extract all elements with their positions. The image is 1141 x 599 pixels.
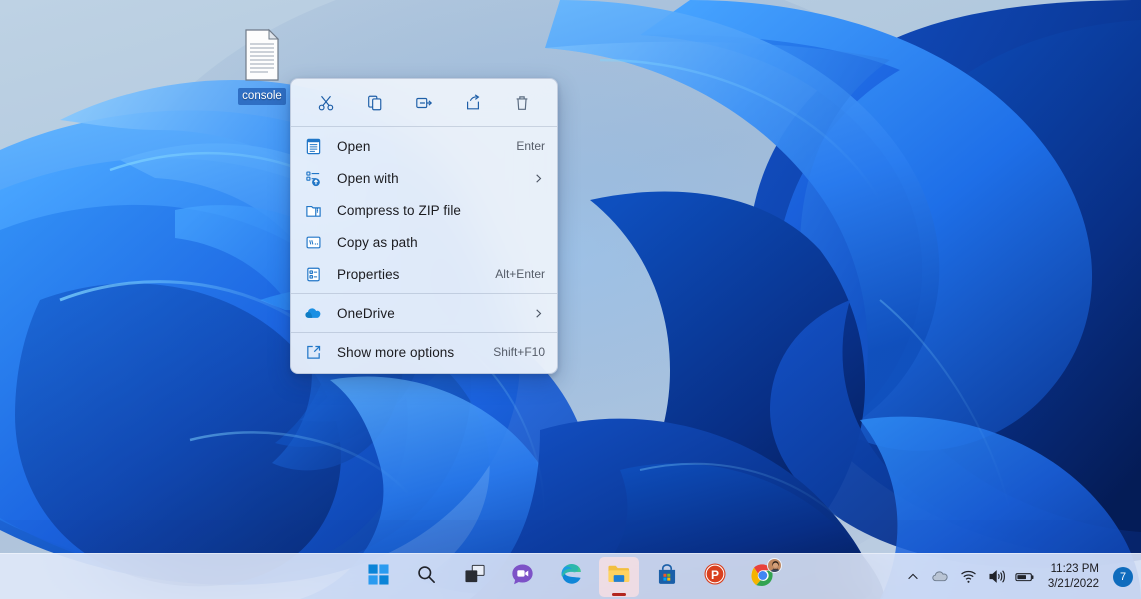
taskbar-button-chrome[interactable] — [743, 557, 783, 597]
taskbar-button-task-view[interactable] — [455, 557, 495, 597]
taskbar-button-chat[interactable] — [503, 557, 543, 597]
svg-text:P: P — [710, 568, 718, 582]
context-menu-toolbar — [291, 83, 557, 123]
taskbar[interactable]: P 11:23 PM 3/21/2022 7 — [0, 553, 1141, 599]
task-view-icon — [464, 564, 486, 589]
battery-icon[interactable] — [1012, 561, 1038, 593]
properties-icon — [303, 264, 323, 284]
edge-icon — [559, 562, 583, 591]
taskbar-button-search[interactable] — [407, 557, 447, 597]
windows-logo-icon — [368, 563, 389, 590]
context-menu[interactable]: Open Enter Open with Compress to ZIP fil… — [290, 78, 558, 374]
clock-date: 3/21/2022 — [1047, 577, 1099, 590]
menu-item-copy-as-path[interactable]: Copy as path — [291, 226, 557, 258]
chevron-right-icon — [531, 306, 545, 320]
menu-item-label: Properties — [337, 266, 400, 282]
notification-badge[interactable]: 7 — [1113, 566, 1133, 587]
menu-separator — [291, 126, 557, 127]
clock-time: 11:23 PM — [1050, 562, 1099, 575]
desktop-wallpaper — [0, 0, 1141, 599]
menu-item-shortcut: Enter — [516, 139, 545, 153]
menu-item-open[interactable]: Open Enter — [291, 130, 557, 162]
delete-button[interactable] — [504, 87, 540, 119]
taskbar-buttons: P — [359, 554, 783, 599]
system-tray: 11:23 PM 3/21/2022 7 — [900, 554, 1133, 599]
menu-item-onedrive[interactable]: OneDrive — [291, 297, 557, 329]
menu-item-properties[interactable]: Properties Alt+Enter — [291, 258, 557, 290]
menu-separator — [291, 293, 557, 294]
onedrive-cloud-icon — [303, 303, 323, 323]
notepad-file-icon — [303, 136, 323, 156]
menu-item-show-more-options[interactable]: Show more options Shift+F10 — [291, 336, 557, 368]
menu-item-shortcut: Alt+Enter — [495, 267, 545, 281]
desktop[interactable]: console Open Enter Open with Compress to… — [0, 0, 1141, 599]
expand-icon — [303, 342, 323, 362]
chevron-right-icon — [531, 171, 545, 185]
active-app-indicator — [611, 592, 626, 596]
p-circle-icon: P — [703, 562, 727, 591]
menu-item-label: OneDrive — [337, 305, 395, 321]
taskbar-button-edge[interactable] — [551, 557, 591, 597]
store-bag-icon — [656, 563, 678, 591]
copy-path-icon — [303, 232, 323, 252]
menu-item-label: Compress to ZIP file — [337, 202, 462, 218]
taskbar-button-store[interactable] — [647, 557, 687, 597]
folder-icon — [607, 563, 631, 590]
taskbar-button-file-explorer[interactable] — [598, 556, 639, 597]
search-icon — [416, 564, 437, 590]
menu-item-compress-to-zip[interactable]: Compress to ZIP file — [291, 194, 557, 226]
clock[interactable]: 11:23 PM 3/21/2022 — [1040, 557, 1107, 597]
cut-button[interactable] — [308, 87, 344, 119]
text-document-icon — [240, 28, 284, 82]
desktop-icon-label: console — [238, 88, 286, 105]
chevron-up-icon[interactable] — [900, 561, 926, 593]
taskbar-button-pcloud[interactable]: P — [695, 557, 735, 597]
copy-button[interactable] — [357, 87, 393, 119]
zip-folder-icon — [303, 200, 323, 220]
menu-separator — [291, 332, 557, 333]
menu-item-label: Open — [337, 138, 371, 154]
menu-item-label: Show more options — [337, 344, 455, 360]
wifi-icon[interactable] — [956, 561, 982, 593]
menu-item-label: Open with — [337, 170, 399, 186]
open-with-icon — [303, 168, 323, 188]
rename-button[interactable] — [406, 87, 442, 119]
taskbar-button-start[interactable] — [359, 557, 399, 597]
speaker-icon[interactable] — [984, 561, 1010, 593]
share-button[interactable] — [455, 87, 491, 119]
avatar — [766, 557, 782, 573]
menu-item-label: Copy as path — [337, 234, 418, 250]
menu-item-shortcut: Shift+F10 — [493, 345, 545, 359]
chat-video-icon — [511, 563, 534, 591]
menu-item-open-with[interactable]: Open with — [291, 162, 557, 194]
cloud-icon[interactable] — [928, 561, 954, 593]
